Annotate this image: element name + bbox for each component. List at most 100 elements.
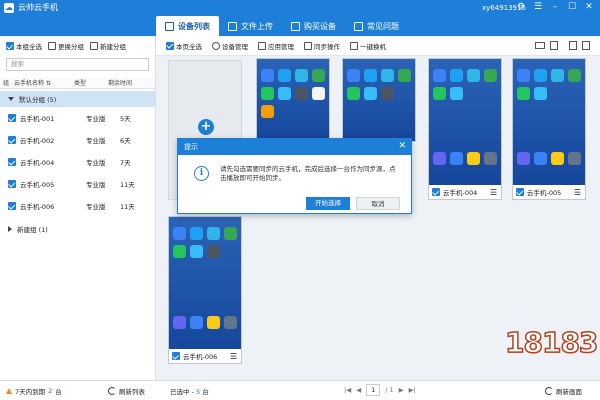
tab-device-list[interactable]: 设备列表	[156, 16, 219, 36]
close-icon[interactable]: ✕	[584, 2, 594, 12]
cart-icon	[291, 21, 300, 31]
sync-icon	[304, 41, 312, 50]
tab-file-upload[interactable]: 文件上传	[219, 16, 282, 36]
device-manage-button[interactable]: 设备管理	[212, 41, 248, 51]
device-row[interactable]: 云手机-006 专业版 11天	[0, 195, 155, 217]
card-checkbox[interactable]	[172, 352, 180, 360]
app-title: 云帅云手机	[18, 3, 58, 12]
dialog-message: 请先勾选需要同步的云手机，完成后选择一台作为同步源，点击播放即可开始同步。	[220, 165, 396, 182]
device-checkbox[interactable]	[8, 136, 16, 144]
start-select-button[interactable]: 开始选择	[306, 197, 350, 210]
phone-card[interactable]	[256, 58, 330, 142]
group-new[interactable]: 新建组 (1)	[0, 221, 155, 237]
app-dock	[173, 316, 237, 329]
phone-card[interactable]: 云手机-004 ☰	[428, 58, 502, 200]
page-input[interactable]: 1	[366, 384, 381, 396]
app-grid	[433, 69, 497, 100]
device-checkbox[interactable]	[8, 158, 16, 166]
phone-screen[interactable]	[513, 59, 585, 185]
window-controls: ⚙ ☰ – ☐ ✕	[516, 2, 594, 12]
dialog-close-icon[interactable]: ✕	[398, 141, 406, 151]
power-icon	[212, 41, 220, 50]
warning-icon	[6, 388, 12, 394]
device-checkbox[interactable]	[8, 180, 16, 188]
refresh-screen-button[interactable]: 刷新画面	[545, 386, 582, 396]
card-menu-icon[interactable]: ☰	[574, 188, 581, 197]
card-menu-icon[interactable]: ☰	[230, 352, 237, 361]
collapse-arrow-icon[interactable]	[8, 226, 12, 232]
search-input[interactable]: 搜索	[6, 58, 149, 71]
landscape-icon[interactable]	[535, 42, 545, 49]
device-toolbar: 本页全选 设备管理 应用管理 同步操作 一键换机	[156, 36, 600, 56]
phone-screen[interactable]	[429, 59, 501, 185]
group-select-all[interactable]: 本组全选	[6, 41, 42, 51]
phone-card[interactable]: 云手机-005 ☰	[512, 58, 586, 200]
app-grid	[173, 227, 237, 258]
swap-icon	[48, 42, 56, 50]
cancel-button[interactable]: 取消	[356, 197, 400, 210]
device-checkbox[interactable]	[8, 114, 16, 122]
menu-icon[interactable]: ☰	[533, 2, 543, 12]
apk-icon	[258, 41, 266, 50]
grid-view-icon[interactable]	[569, 41, 577, 50]
device-checkbox[interactable]	[8, 202, 16, 210]
swap-device-icon	[350, 41, 358, 50]
main-tabs: 设备列表 文件上传 购买设备 常见问题	[156, 16, 408, 36]
card-footer: 云手机-005 ☰	[513, 185, 585, 199]
portrait-icon[interactable]	[550, 41, 558, 50]
title-bar: ☁ 云帅云手机 xy64913915 ⚙ ☰ – ☐ ✕ 设备列表 文件上传 购…	[0, 0, 600, 36]
refresh-icon	[108, 387, 116, 395]
settings-icon[interactable]: ⚙	[516, 2, 526, 12]
dialog-title: 提示	[178, 139, 411, 155]
phone-card[interactable]	[342, 58, 416, 142]
app-manage-button[interactable]: 应用管理	[258, 41, 294, 51]
device-row[interactable]: 云手机-002 专业版 6天	[0, 129, 155, 151]
sync-op-button[interactable]: 同步操作	[304, 41, 340, 51]
list-view-icon[interactable]	[582, 41, 590, 50]
tab-buy-device[interactable]: 购买设备	[282, 16, 345, 36]
phone-screen[interactable]	[343, 59, 415, 141]
maximize-icon[interactable]: ☐	[567, 2, 577, 12]
sync-tip-dialog: 提示 ✕ i 请先勾选需要同步的云手机，完成后选择一台作为同步源，点击播放即可开…	[177, 138, 412, 214]
phone-screen[interactable]	[169, 217, 241, 349]
refresh-list-button[interactable]: 刷新列表	[108, 386, 145, 396]
device-row[interactable]: 云手机-005 专业版 11天	[0, 173, 155, 195]
change-group-button[interactable]: 更换分组	[48, 41, 84, 51]
expiring-status[interactable]: 7天内到期 2 台	[6, 386, 62, 396]
next-page-icon[interactable]: ▶	[399, 386, 404, 394]
sidebar-toolbar: 本组全选 更换分组 新建分组	[0, 36, 155, 56]
app-logo-icon: ☁	[4, 3, 14, 13]
page-select-all[interactable]: 本页全选	[166, 41, 202, 51]
device-table-header: 组 云手机名称 ⇅ 类型 剩余时间	[0, 77, 155, 89]
checkbox-checked[interactable]	[6, 42, 14, 50]
minimize-icon[interactable]: –	[550, 2, 560, 12]
info-icon: i	[194, 166, 209, 181]
prev-page-icon[interactable]: ◀	[356, 386, 361, 394]
phone-card[interactable]: 云手机-006 ☰	[168, 216, 242, 364]
device-row[interactable]: 云手机-004 专业版 7天	[0, 151, 155, 173]
pagination: |◀ ◀ 1 / 1 ▶ ▶|	[344, 384, 416, 396]
card-footer: 云手机-004 ☰	[429, 185, 501, 199]
card-checkbox[interactable]	[432, 188, 440, 196]
card-checkbox[interactable]	[516, 188, 524, 196]
card-menu-icon[interactable]: ☰	[490, 188, 497, 197]
expand-arrow-icon[interactable]	[8, 97, 14, 101]
checkbox-checked[interactable]	[166, 41, 174, 50]
selected-count: 已选中 - 5 台	[170, 388, 209, 396]
folder-icon	[228, 21, 237, 31]
watermark-logo: 18183	[504, 325, 599, 360]
app-dock	[517, 152, 581, 165]
app-dock	[433, 152, 497, 165]
last-page-icon[interactable]: ▶|	[409, 386, 416, 394]
add-icon[interactable]: +	[198, 119, 214, 135]
device-row[interactable]: 云手机-001 专业版 5天	[0, 107, 155, 129]
one-key-change-button[interactable]: 一键换机	[350, 41, 386, 51]
card-footer: 云手机-006 ☰	[169, 349, 241, 363]
group-default[interactable]: 默认分组 (5)	[0, 91, 155, 107]
help-icon	[354, 21, 363, 31]
phone-screen[interactable]	[257, 59, 329, 141]
new-group-button[interactable]: 新建分组	[90, 41, 126, 51]
sort-by-name[interactable]: 云手机名称 ⇅	[14, 78, 74, 87]
first-page-icon[interactable]: |◀	[344, 386, 351, 394]
tab-faq[interactable]: 常见问题	[345, 16, 408, 36]
